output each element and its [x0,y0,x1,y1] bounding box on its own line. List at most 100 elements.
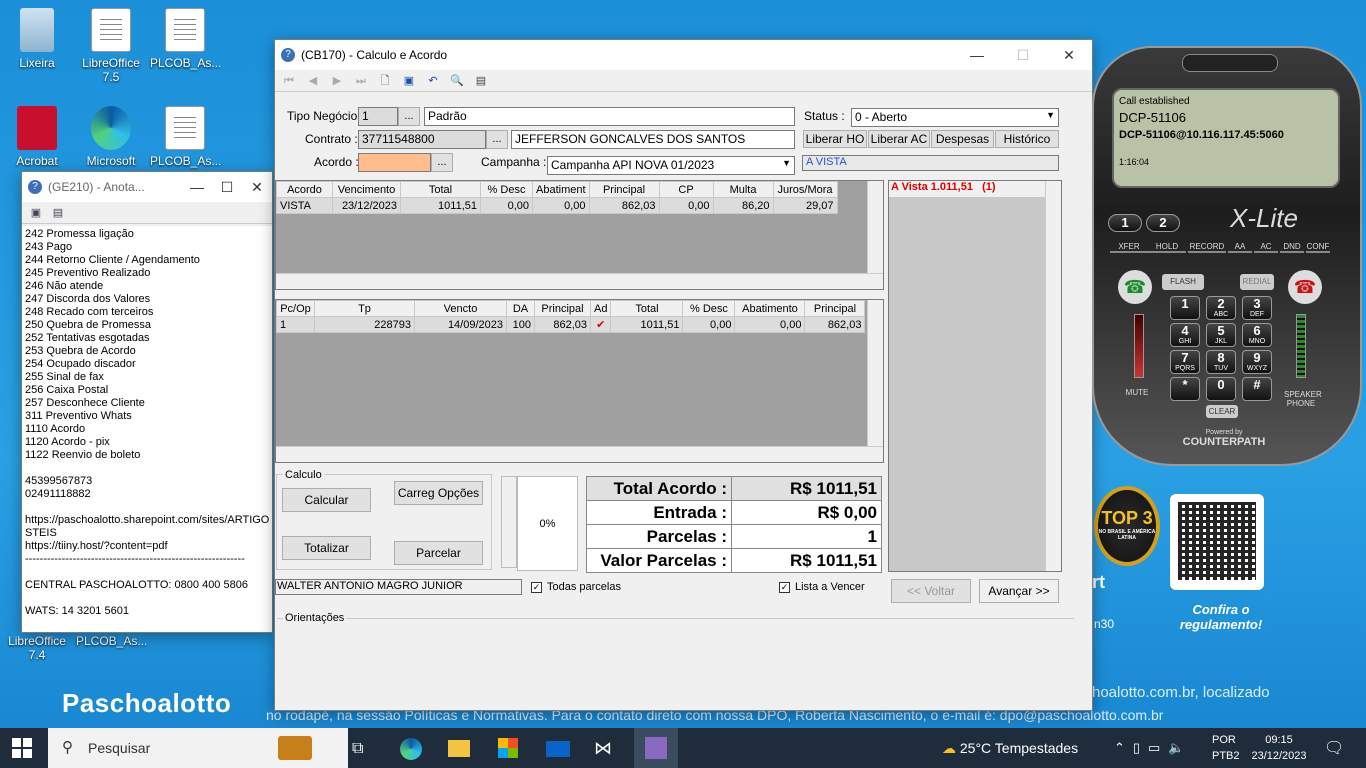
column-header[interactable]: CP [658,181,714,198]
avancar-button[interactable]: Avançar >> [979,579,1059,603]
file-icon[interactable]: PLCOB_As... [150,106,221,168]
column-header[interactable]: Vencto [414,300,507,317]
libreoffice-74-icon[interactable]: LibreOffice 7.4 [2,634,72,662]
keypad-key[interactable]: 5 JKL [1206,323,1236,347]
acordo-lookup-button[interactable]: ... [431,153,453,172]
column-header[interactable]: Acordo [276,181,333,198]
hangup-icon[interactable]: ☎ [1288,270,1322,304]
acordo-field[interactable] [358,153,431,172]
save-icon[interactable]: ▣ [28,205,44,221]
historico-button[interactable]: Histórico [995,130,1059,148]
cb170-titlebar[interactable]: ? (CB170) - Calculo e Acordo — ☐ ✕ [275,40,1092,70]
tipo-negocio-code[interactable]: 1 [358,107,398,126]
minimize-icon[interactable]: — [182,179,212,196]
percent-scroll[interactable] [501,476,517,568]
column-header[interactable]: Abatimento [734,300,806,317]
func-button-hold[interactable]: HOLD [1148,242,1186,253]
answer-icon[interactable]: ☎ [1118,270,1152,304]
contrato-lookup-button[interactable]: ... [486,130,508,149]
file-icon[interactable]: PLCOB_As... [150,8,221,70]
cliente-name-field[interactable]: JEFFERSON GONCALVES DOS SANTOS [511,130,795,149]
weather-widget[interactable]: ☁ 25°C Tempestades [942,728,1078,768]
store-icon[interactable] [498,738,518,758]
line1-button[interactable]: 1 [1108,214,1142,232]
flash-button[interactable]: FLASH [1162,274,1204,290]
totalizar-button[interactable]: Totalizar [282,536,371,560]
column-header[interactable]: Total [400,181,481,198]
despesas-button[interactable]: Despesas [931,130,994,148]
parcelas-grid[interactable]: Pc/Op Tp Vencto DA Principal Ad Total% Desc Aba… [275,299,884,463]
grid-horizontal-scrollbar[interactable] [276,273,883,289]
liberar-ho-button[interactable]: Liberar HO [803,130,867,148]
table-row[interactable]: 1 228793 14/09/2023 100 862,03 ✔ 1011,51 0,00 0,… [276,316,866,333]
explorer-icon[interactable] [448,740,470,757]
exit-icon[interactable]: ▤ [473,73,489,89]
edge-icon[interactable]: Microsoft [76,106,146,168]
calcular-button[interactable]: Calcular [282,488,371,512]
func-button-dnd[interactable]: DND [1280,242,1304,253]
keypad-key[interactable]: 6 MNO [1242,323,1272,347]
column-header[interactable]: Ad [589,300,612,317]
campanha-select[interactable]: Campanha API NOVA 01/2023 ▼ [547,156,795,175]
list-vertical-scrollbar[interactable] [1045,181,1061,571]
func-button-conf[interactable]: CONF [1306,242,1330,253]
keypad-key[interactable]: # [1242,377,1272,401]
line2-button[interactable]: 2 [1146,214,1180,232]
clock[interactable]: 09:15 23/12/2023 [1246,732,1312,764]
column-header[interactable]: % Desc [480,181,533,198]
liberar-ac-button[interactable]: Liberar AC [868,130,930,148]
keypad-key[interactable]: 8 TUV [1206,350,1236,374]
notifications-icon[interactable]: 🗨 [1324,738,1344,758]
redial-button[interactable]: REDIAL [1240,274,1274,290]
func-button-xfer[interactable]: XFER [1110,242,1148,253]
task-view-icon[interactable]: ⧉ [352,740,363,758]
grid-horizontal-scrollbar[interactable] [276,446,883,462]
clear-button[interactable]: CLEAR [1206,405,1238,418]
libreoffice-75-icon[interactable]: LibreOffice 7.5 [76,8,146,84]
top-controls[interactable] [1182,54,1278,72]
undo-icon[interactable]: ↶ [425,73,441,89]
lista-vencer-checkbox[interactable]: ✓ Lista a Vencer [779,581,865,593]
keypad-key[interactable]: * [1170,377,1200,401]
todas-parcelas-checkbox[interactable]: ✓ Todas parcelas [531,581,621,593]
column-header[interactable]: Pc/Op [276,300,315,317]
keypad-key[interactable]: 1 [1170,296,1200,320]
func-button-record[interactable]: RECORD [1188,242,1226,253]
tipo-lookup-button[interactable]: ... [398,107,420,126]
table-row[interactable]: VISTA 23/12/2023 1011,51 0,00 0,00 862,03 0,00… [276,197,838,214]
edge-taskbar-icon[interactable] [400,738,422,760]
carreg-opcoes-button[interactable]: Carreg Opções [394,481,483,505]
column-header[interactable]: Multa [712,181,774,198]
column-header[interactable]: Tp [314,300,415,317]
options-list[interactable]: A Vista 1.011,51 (1) [888,180,1062,572]
maximize-icon[interactable]: ☐ [212,179,242,196]
app-taskbar-icon[interactable]: ⋈ [594,738,612,759]
func-button-ac[interactable]: AC [1254,242,1278,253]
keypad-key[interactable]: 9 WXYZ [1242,350,1272,374]
contrato-field[interactable]: 37711548800 [358,130,486,149]
close-icon[interactable]: ✕ [1046,47,1092,64]
language-indicator[interactable]: POR PTB2 [1212,732,1240,764]
speakerphone-button[interactable]: SPEAKER PHONE [1284,390,1322,408]
column-header[interactable]: Abatiment [532,181,590,198]
tipo-negocio-desc[interactable]: Padrão [424,107,795,126]
maximize-icon[interactable]: ☐ [1000,47,1046,64]
acrobat-icon[interactable]: Acrobat [2,106,72,168]
save-icon[interactable]: ▣ [401,73,417,89]
recycle-bin-icon[interactable]: Lixeira [2,8,72,70]
last-record-icon[interactable]: ⏭ [353,73,369,89]
mail-icon[interactable] [546,741,570,757]
close-icon[interactable]: ✕ [242,179,272,196]
file-icon[interactable]: PLCOB_As... [76,634,147,648]
notes-textarea[interactable]: 242 Promessa ligação 243 Pago 244 Retorno … [22,226,272,632]
mute-button[interactable]: MUTE [1122,388,1152,397]
active-app-icon[interactable] [634,728,678,768]
keypad-key[interactable]: 7 PQRS [1170,350,1200,374]
column-header[interactable]: Vencimento [332,181,401,198]
status-select[interactable]: 0 - Aberto ▼ [851,108,1059,127]
keypad-key[interactable]: 3 DEF [1242,296,1272,320]
grid-vertical-scrollbar[interactable] [867,300,883,462]
acordo-grid[interactable]: Acordo Vencimento Total% Desc Abatiment Prin… [275,180,884,290]
column-header[interactable]: Total [610,300,684,317]
next-record-icon[interactable]: ▶ [329,73,345,89]
